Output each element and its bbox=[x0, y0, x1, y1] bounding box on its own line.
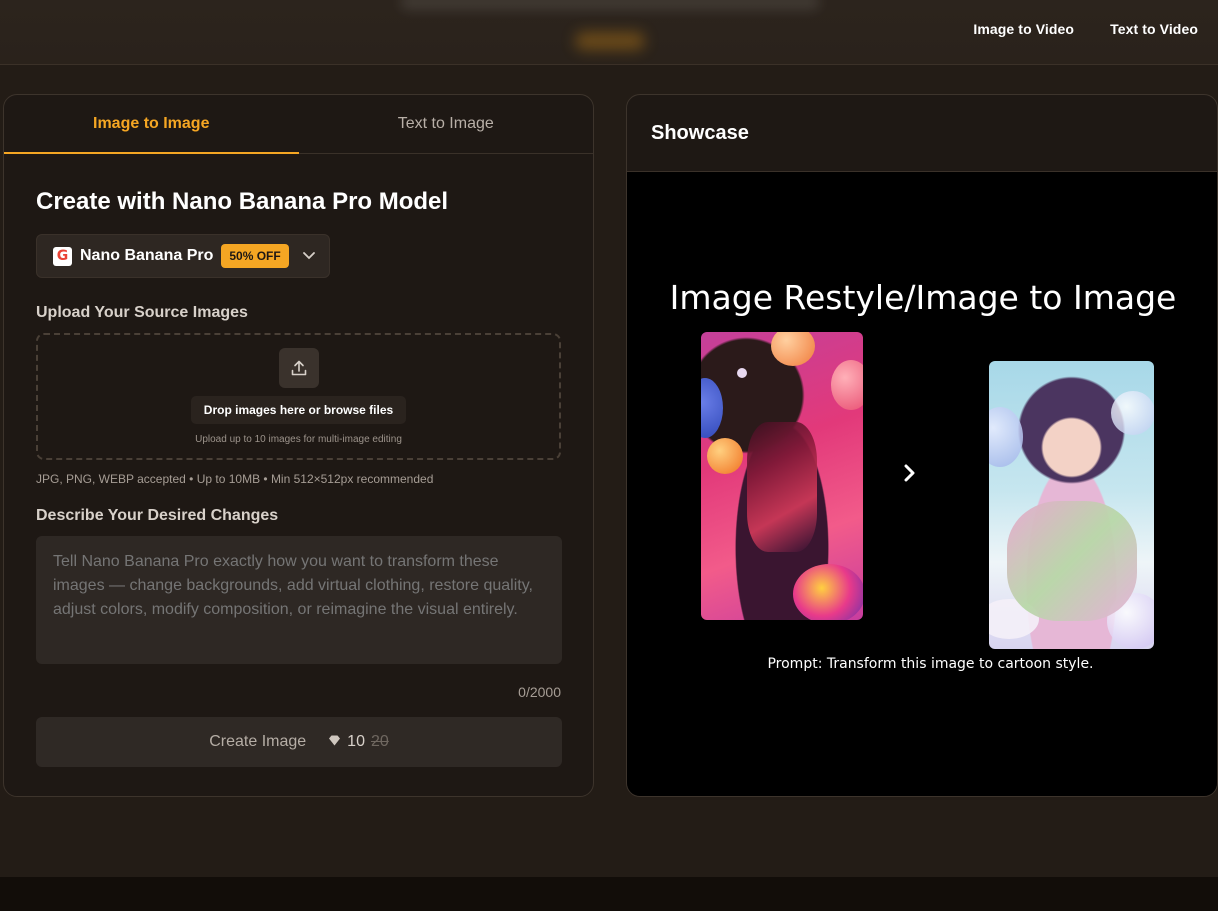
create-image-button[interactable]: Create Image 10 20 bbox=[36, 717, 562, 767]
image-dropzone[interactable]: Drop images here or browse files Upload … bbox=[36, 333, 561, 460]
showcase-prompt: Prompt: Transform this image to cartoon … bbox=[767, 656, 1094, 672]
showcase-panel: Showcase Image Restyle/Image to Image Pr… bbox=[626, 94, 1218, 797]
gem-icon bbox=[328, 735, 341, 749]
upload-hint: Upload up to 10 images for multi-image e… bbox=[195, 434, 402, 445]
chevron-down-icon bbox=[302, 249, 315, 263]
showcase-image-title: Image Restyle/Image to Image bbox=[669, 278, 1177, 317]
cost-old: 20 bbox=[370, 733, 389, 750]
nav-image-to-video[interactable]: Image to Video bbox=[973, 21, 1074, 37]
tab-text-to-image[interactable]: Text to Image bbox=[299, 95, 594, 153]
generator-panel: Image to Image Text to Image Create with… bbox=[3, 94, 594, 797]
credit-cost: 10 20 bbox=[328, 733, 389, 751]
create-image-label: Create Image bbox=[209, 733, 307, 750]
browse-files-button[interactable]: Drop images here or browse files bbox=[190, 396, 407, 424]
describe-label: Describe Your Desired Changes bbox=[36, 507, 279, 524]
nav-text-to-video[interactable]: Text to Video bbox=[1110, 21, 1198, 37]
discount-badge: 50% OFF bbox=[221, 244, 289, 268]
generator-form: Create with Nano Banana Pro Model G Nano… bbox=[4, 188, 593, 767]
showcase-title: Showcase bbox=[627, 95, 1217, 172]
page-title: Create with Nano Banana Pro Model bbox=[36, 188, 449, 215]
tab-image-to-image[interactable]: Image to Image bbox=[4, 95, 299, 154]
google-g-icon: G bbox=[53, 246, 72, 266]
model-name: Nano Banana Pro bbox=[80, 247, 214, 264]
character-counter: 0/2000 bbox=[518, 684, 561, 700]
before-image bbox=[701, 332, 863, 620]
prompt-textarea[interactable] bbox=[36, 536, 562, 664]
blurred-header-text bbox=[400, 0, 820, 10]
after-image bbox=[989, 361, 1154, 649]
chevron-right-icon bbox=[903, 462, 917, 488]
top-bar: Image to Video Text to Video bbox=[0, 0, 1218, 65]
upload-icon bbox=[278, 348, 319, 388]
top-nav: Image to Video Text to Video bbox=[973, 21, 1198, 37]
upload-label: Upload Your Source Images bbox=[36, 304, 248, 321]
page-footer bbox=[0, 877, 1218, 911]
showcase-image: Image Restyle/Image to Image Prompt: Tra… bbox=[627, 172, 1217, 796]
cost-now: 10 bbox=[347, 733, 365, 750]
model-select[interactable]: G Nano Banana Pro 50% OFF bbox=[36, 234, 330, 278]
accepted-formats: JPG, PNG, WEBP accepted • Up to 10MB • M… bbox=[36, 472, 434, 486]
blurred-header-logo bbox=[575, 32, 645, 50]
mode-tabs: Image to Image Text to Image bbox=[4, 95, 593, 154]
